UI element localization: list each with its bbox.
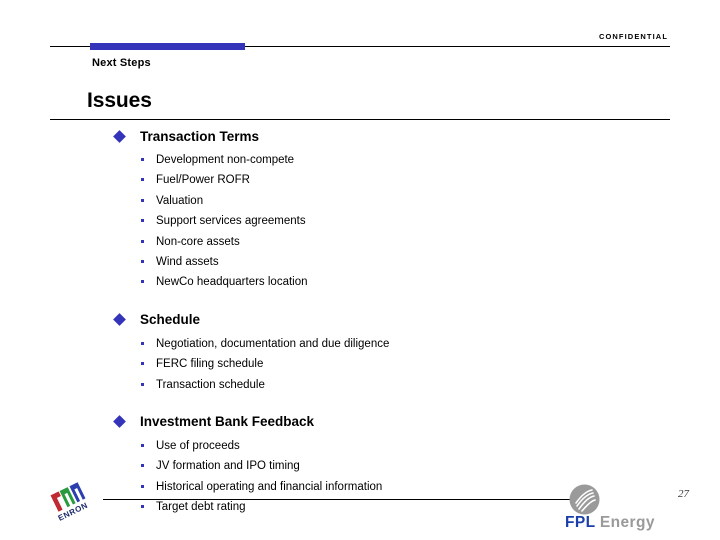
sub-bullet-list: Development non-compete Fuel/Power ROFR … — [0, 148, 720, 293]
square-bullet-icon — [141, 444, 144, 448]
slide-canvas: CONFIDENTIAL Next Steps Issues Transacti… — [0, 0, 720, 540]
square-bullet-icon — [141, 464, 144, 468]
list-item: FERC filing schedule — [140, 354, 720, 374]
square-bullet-icon — [141, 280, 144, 284]
fpl-wordmark: FPL Energy — [565, 514, 691, 531]
list-item: Transaction schedule — [140, 375, 720, 395]
square-bullet-icon — [141, 341, 144, 345]
square-bullet-icon — [141, 505, 144, 509]
group-heading: Investment Bank Feedback — [0, 413, 720, 433]
fpl-energy-logo: FPL Energy — [565, 484, 691, 534]
fpl-swoosh-icon — [569, 484, 600, 515]
list-item-label: Negotiation, documentation and due dilig… — [156, 337, 390, 350]
page-title: Issues — [87, 89, 152, 112]
square-bullet-icon — [141, 239, 144, 243]
list-item: Fuel/Power ROFR — [140, 170, 720, 190]
list-item-label: Target debt rating — [156, 501, 246, 514]
enron-logo-icon: ENRON — [41, 479, 103, 531]
group-heading-label: Transaction Terms — [140, 129, 260, 144]
title-divider — [50, 119, 670, 120]
list-item: Use of proceeds — [140, 436, 720, 456]
list-item: Wind assets — [140, 252, 720, 272]
list-item-label: JV formation and IPO timing — [156, 460, 300, 473]
fpl-wordmark-primary: FPL — [565, 514, 596, 531]
section-kicker: Next Steps — [92, 57, 151, 69]
list-item: Valuation — [140, 191, 720, 211]
square-bullet-icon — [141, 382, 144, 386]
content-group-schedule: Schedule Negotiation, documentation and … — [0, 311, 720, 395]
square-bullet-icon — [141, 484, 144, 488]
list-item-label: Fuel/Power ROFR — [156, 174, 250, 187]
list-item: NewCo headquarters location — [140, 272, 720, 292]
group-heading: Transaction Terms — [0, 128, 720, 148]
group-heading-label: Investment Bank Feedback — [140, 414, 315, 430]
square-bullet-icon — [141, 198, 144, 202]
list-item: Support services agreements — [140, 211, 720, 231]
list-item-label: Non-core assets — [156, 235, 240, 248]
list-item: JV formation and IPO timing — [140, 456, 720, 476]
list-item-label: Wind assets — [156, 256, 219, 269]
square-bullet-icon — [141, 178, 144, 182]
list-item-label: Transaction schedule — [156, 378, 265, 391]
list-item: Development non-compete — [140, 150, 720, 170]
list-item: Negotiation, documentation and due dilig… — [140, 334, 720, 354]
square-bullet-icon — [141, 158, 144, 161]
content-body: Transaction Terms Development non-compet… — [0, 128, 720, 518]
list-item-label: Valuation — [156, 194, 204, 207]
list-item-label: FERC filing schedule — [156, 358, 264, 371]
square-bullet-icon — [141, 219, 144, 223]
footer-divider — [103, 499, 578, 500]
list-item-label: Development non-compete — [156, 154, 295, 166]
list-item: Non-core assets — [140, 232, 720, 252]
square-bullet-icon — [141, 362, 144, 366]
square-bullet-icon — [141, 260, 144, 264]
content-group-transaction-terms: Transaction Terms Development non-compet… — [0, 128, 720, 293]
list-item-label: Support services agreements — [156, 215, 306, 228]
header-accent-bar — [90, 43, 245, 50]
confidential-marking: CONFIDENTIAL — [598, 32, 668, 41]
list-item-label: Use of proceeds — [156, 440, 240, 453]
fpl-wordmark-secondary: Energy — [595, 514, 655, 531]
sub-bullet-list: Negotiation, documentation and due dilig… — [0, 331, 720, 395]
list-item-label: Historical operating and financial infor… — [156, 480, 383, 493]
group-heading: Schedule — [0, 311, 720, 331]
list-item-label: NewCo headquarters location — [156, 276, 308, 289]
